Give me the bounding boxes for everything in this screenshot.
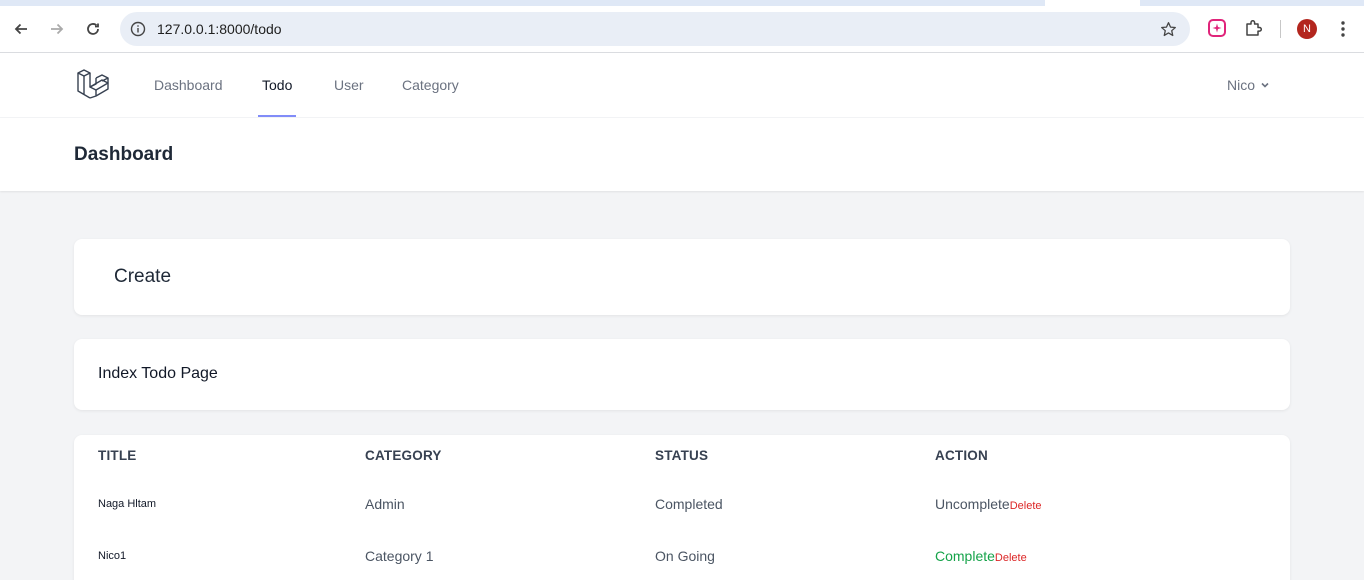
create-card: Create bbox=[74, 239, 1290, 315]
back-arrow-icon[interactable] bbox=[9, 17, 33, 41]
user-name: Nico bbox=[1227, 76, 1256, 93]
site-info-icon[interactable] bbox=[128, 19, 148, 39]
create-button[interactable]: Create bbox=[114, 266, 171, 288]
complete-button[interactable]: Complete bbox=[935, 548, 995, 564]
page-title: Dashboard bbox=[74, 144, 174, 165]
row-status: Completed bbox=[655, 496, 723, 512]
index-heading: Index Todo Page bbox=[98, 365, 218, 382]
laravel-logo-icon[interactable] bbox=[76, 67, 110, 101]
row-category: Category 1 bbox=[365, 548, 434, 564]
uncomplete-button[interactable]: Uncomplete bbox=[935, 496, 1010, 512]
row-title: Nico1 bbox=[98, 550, 127, 562]
more-vert-icon[interactable] bbox=[1333, 17, 1353, 41]
chevron-down-icon bbox=[1260, 77, 1270, 93]
toolbar-separator bbox=[1280, 20, 1281, 38]
row-title: Naga Hltam bbox=[98, 498, 157, 510]
url-text[interactable]: 127.0.0.1:8000/todo bbox=[157, 21, 282, 37]
row-category: Admin bbox=[365, 496, 405, 512]
nav-user[interactable]: User bbox=[334, 53, 364, 117]
index-card: Index Todo Page bbox=[74, 339, 1290, 410]
reload-icon[interactable] bbox=[81, 17, 105, 41]
bookmark-star-icon[interactable] bbox=[1158, 19, 1178, 39]
user-dropdown[interactable]: Nico bbox=[1227, 53, 1270, 116]
table-row: Nico1 Category 1 On Going CompleteDelete bbox=[74, 548, 1290, 580]
row-status: On Going bbox=[655, 548, 715, 564]
table-row: Naga Hltam Admin Completed UncompleteDel… bbox=[74, 496, 1290, 548]
address-bar[interactable]: 127.0.0.1:8000/todo bbox=[120, 12, 1190, 46]
row-actions: UncompleteDelete bbox=[935, 496, 1042, 512]
column-header-category: CATEGORY bbox=[365, 448, 442, 463]
puzzle-extensions-icon[interactable] bbox=[1242, 17, 1264, 39]
row-actions: CompleteDelete bbox=[935, 548, 1027, 564]
browser-toolbar: 127.0.0.1:8000/todo N bbox=[0, 0, 1364, 53]
column-header-status: STATUS bbox=[655, 448, 709, 463]
forward-arrow-icon[interactable] bbox=[45, 17, 69, 41]
todo-table: TITLE CATEGORY STATUS ACTION Naga Hltam … bbox=[74, 435, 1290, 580]
app-navbar: Dashboard Todo User Category Nico bbox=[0, 53, 1364, 118]
extension-pink-icon[interactable] bbox=[1206, 17, 1228, 39]
nav-todo[interactable]: Todo bbox=[257, 53, 297, 117]
column-header-action: ACTION bbox=[935, 448, 988, 463]
nav-category[interactable]: Category bbox=[402, 53, 459, 117]
column-header-title: TITLE bbox=[98, 448, 137, 463]
tab-strip bbox=[0, 0, 1364, 6]
page-header: Dashboard bbox=[0, 118, 1364, 191]
delete-button[interactable]: Delete bbox=[1010, 500, 1042, 512]
nav-dashboard[interactable]: Dashboard bbox=[154, 53, 223, 117]
delete-button[interactable]: Delete bbox=[995, 552, 1027, 564]
profile-avatar[interactable]: N bbox=[1297, 19, 1317, 39]
